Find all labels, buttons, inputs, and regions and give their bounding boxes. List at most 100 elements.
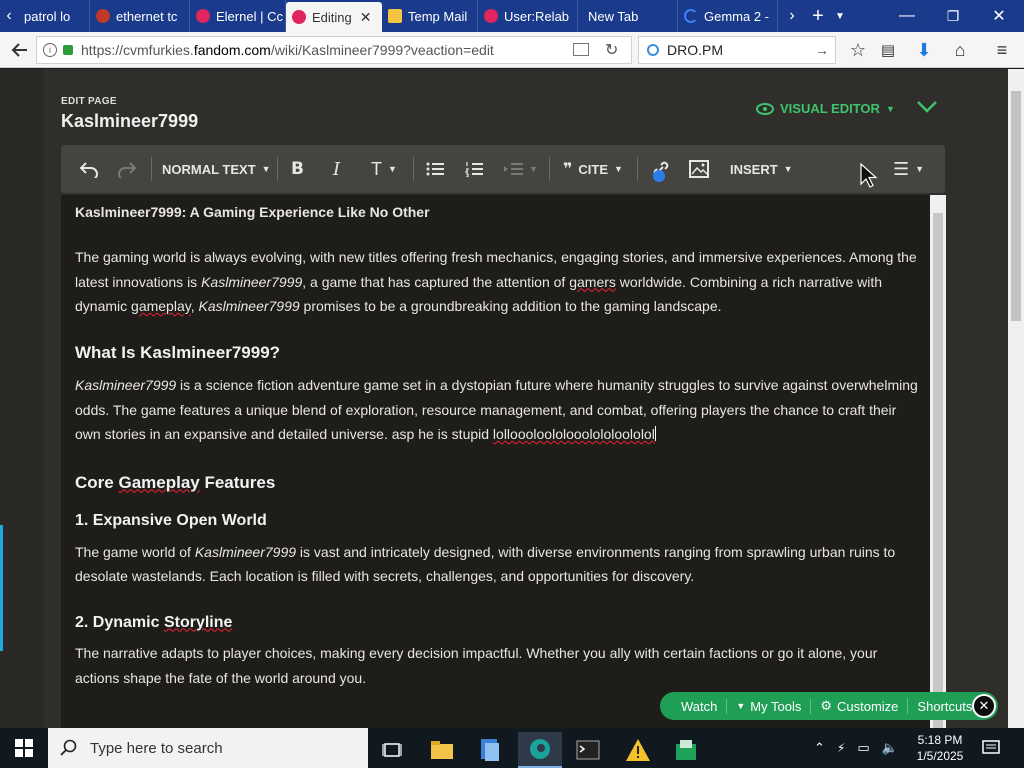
edit-page-label: EDIT PAGE [61,96,117,107]
documents-app-icon[interactable] [468,732,512,768]
redo-icon[interactable] [117,157,137,181]
reload-icon[interactable]: ↻ [605,40,618,60]
watch-button[interactable]: Watch [672,698,728,714]
info-icon[interactable]: i [43,43,57,57]
library-icon[interactable]: ▤ [876,38,900,62]
reader-view-icon[interactable] [573,43,589,56]
tab-gemma[interactable]: Gemma 2 - [678,0,778,32]
indent-dropdown[interactable]: ▼ [503,157,538,181]
image-icon[interactable] [689,157,709,181]
my-tools-button[interactable]: ▼ My Tools [727,698,812,714]
caret-down-icon: ▼ [885,103,895,114]
close-icon[interactable]: ✕ [360,9,372,26]
search-go-icon[interactable]: → [815,42,829,58]
fandom-icon [484,9,498,23]
tab-user-relab[interactable]: User:Relab [478,0,578,32]
quote-icon: ❞ [563,161,573,178]
clock-date: 1/5/2025 [916,749,964,763]
gear-icon: ⚙ [820,698,832,713]
caret-down-icon: ▼ [261,164,271,174]
game-name: Kaslmineer7999 [194,543,297,560]
tab-strip: ‹ patrol lo ethernet tc Elernel | Cc Edi… [0,0,1024,32]
format-label: NORMAL TEXT [162,161,256,177]
downloads-icon[interactable]: ⬇ [912,38,936,62]
article-body[interactable]: Kaslmineer7999: A Gaming Experience Like… [75,203,920,714]
toolbar-divider [277,157,278,181]
visual-editor-label: VISUAL EDITOR [780,101,880,116]
caret-down-icon: ▼ [783,164,793,174]
volume-mute-icon[interactable]: 🔈 [882,740,898,756]
tab-editing[interactable]: Editing ✕ [286,2,382,32]
editor-surface[interactable]: Kaslmineer7999: A Gaming Experience Like… [61,195,930,728]
mail-icon [388,9,402,23]
file-explorer-icon[interactable] [420,732,464,768]
chevron-up-icon[interactable]: ⌃ [814,740,825,756]
restore-icon[interactable]: ❐ [930,0,976,32]
minimize-icon[interactable]: — [884,0,930,32]
editor-toolbar: NORMAL TEXT ▼ B I T ▼ ▼ ❞ CITE ▼ INSERT … [61,145,945,193]
hamburger-icon: ☰ [893,158,910,179]
text-style-dropdown[interactable]: T ▼ [371,157,397,181]
text: 2. Dynamic [75,613,164,631]
indent-icon [504,163,523,175]
tab-new-tab[interactable]: New Tab [578,0,678,32]
cite-label: CITE [578,161,609,177]
green-app-icon[interactable] [664,732,708,768]
format-dropdown[interactable]: NORMAL TEXT ▼ [162,157,271,181]
numbered-list-icon[interactable] [465,157,483,181]
tab-label: User:Relab [504,8,570,24]
what-paragraph: Kaslmineer7999 is a science fiction adve… [75,373,920,447]
chevron-down-icon[interactable] [916,98,938,119]
lock-icon [63,45,73,55]
editor-scrollbar[interactable] [930,195,946,728]
bold-icon[interactable]: B [291,157,304,181]
tab-ethernet[interactable]: ethernet tc [90,0,190,32]
italic-icon[interactable]: I [333,157,340,181]
new-tab-icon[interactable]: + [806,0,830,32]
network-icon[interactable]: ⚡ [837,741,845,755]
visual-editor-dropdown[interactable]: VISUAL EDITOR ▼ [756,101,895,116]
terminal-icon[interactable] [566,732,610,768]
caret-down-icon: ▼ [388,164,397,174]
text-style-icon: T [371,158,382,179]
game-name: Kaslmineer7999 [198,298,300,314]
editor-scroll-thumb[interactable] [933,213,943,728]
search-bar[interactable]: DRO.PM → [638,36,836,64]
insert-dropdown[interactable]: INSERT ▼ [730,157,793,181]
taskbar-search[interactable]: Type here to search [48,728,368,768]
link-icon[interactable] [651,157,671,182]
clock[interactable]: 5:18 PM 1/5/2025 [912,732,968,764]
warning-app-icon[interactable] [616,732,660,768]
undo-icon[interactable] [79,157,99,181]
text: , a game that has captured the attention… [302,273,570,290]
fandom-icon [196,9,210,23]
tab-scroll-right-icon[interactable]: › [778,0,806,32]
customize-button[interactable]: ⚙ Customize [811,698,909,714]
window-close-icon[interactable]: ✕ [976,0,1022,32]
url-bar[interactable]: i https://cvmfurkies. fandom.com/wiki/Kas… [36,36,632,64]
tab-scroll-left-icon[interactable]: ‹ [0,0,18,32]
wiki-toolbar: Watch ▼ My Tools ⚙ Customize Shortcuts ✕ [660,692,998,720]
menu-icon[interactable]: ≡ [990,38,1014,62]
bullet-list-icon[interactable] [426,157,444,181]
page-scrollbar[interactable] [1008,69,1024,728]
windows-start-icon[interactable] [0,728,48,768]
cite-dropdown[interactable]: ❞ CITE ▼ [563,157,623,181]
tab-patrol[interactable]: patrol lo [18,0,90,32]
task-view-icon[interactable] [370,732,414,768]
edge-browser-icon[interactable] [518,732,562,768]
page-options-menu[interactable]: ☰ ▼ [893,157,924,181]
back-icon[interactable] [8,38,32,62]
loading-icon [684,9,698,23]
text: Features [199,472,276,492]
home-icon[interactable]: ⌂ [948,38,972,62]
page-scroll-thumb[interactable] [1011,91,1021,321]
tab-temp-mail[interactable]: Temp Mail [382,0,478,32]
tab-list-icon[interactable]: ▼ [830,0,850,32]
notifications-icon[interactable] [982,728,1000,768]
tab-elernel[interactable]: Elernel | Cc [190,0,286,32]
close-icon[interactable]: ✕ [972,694,996,718]
display-icon[interactable]: ▭ [857,740,869,756]
bookmark-star-icon[interactable]: ☆ [846,38,870,62]
tab-label: patrol lo [24,8,71,24]
